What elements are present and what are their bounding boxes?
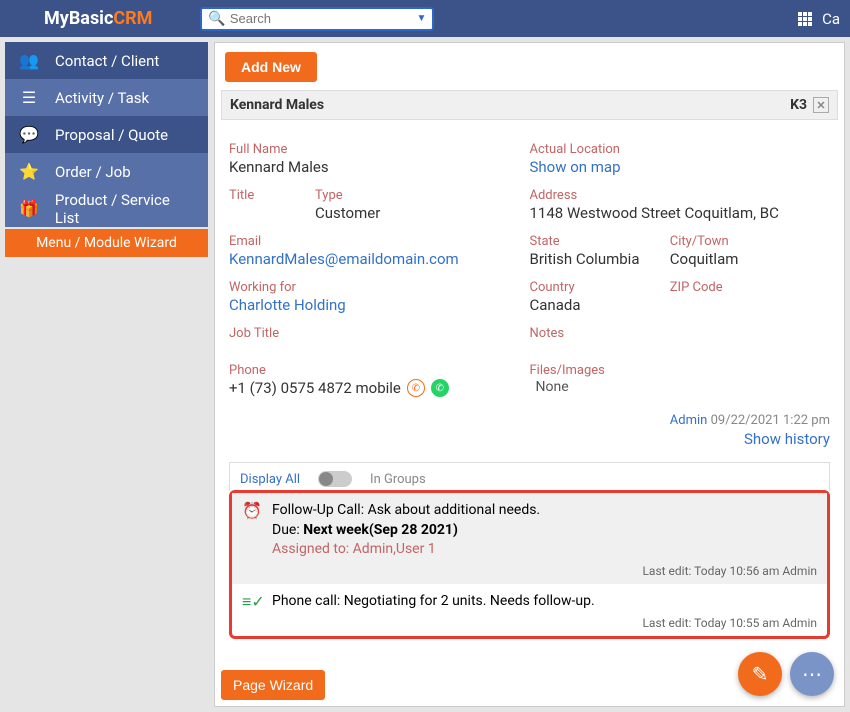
city-value: Coquitlam <box>670 250 810 268</box>
activity-due: Due: Next week(Sep 28 2021) <box>272 521 817 541</box>
app-header: MyBasicCRM 🔍 ▼ Ca <box>0 0 850 37</box>
full-name-value: Kennard Males <box>229 158 510 176</box>
files-value: None <box>536 379 811 395</box>
search-input[interactable] <box>230 11 417 26</box>
record-code: K3 <box>790 97 807 113</box>
state-label: State <box>530 234 670 249</box>
menu-wizard-button[interactable]: Menu / Module Wizard <box>5 229 208 257</box>
activity-item[interactable]: ≡✓ Phone call: Negotiating for 2 units. … <box>232 584 827 616</box>
page-wizard-button[interactable]: Page Wizard <box>221 670 325 700</box>
location-label: Actual Location <box>530 142 811 157</box>
logo-text-crm: CRM <box>113 8 152 29</box>
check-list-icon: ≡✓ <box>242 592 262 612</box>
sidebar-item-contact[interactable]: 👥 Contact / Client <box>5 42 208 79</box>
zip-label: ZIP Code <box>670 280 810 295</box>
close-icon[interactable]: ✕ <box>813 97 829 113</box>
address-label: Address <box>530 188 811 203</box>
show-history-link[interactable]: Show history <box>229 430 830 448</box>
files-label: Files/Images <box>530 363 811 378</box>
city-label: City/Town <box>670 234 810 249</box>
meta-admin[interactable]: Admin <box>670 413 708 428</box>
meta-time: 09/22/2021 1:22 pm <box>711 413 830 428</box>
whatsapp-icon[interactable]: ✆ <box>431 379 449 397</box>
detail-body: Full Name Kennard Males Title Type Custo… <box>215 130 844 649</box>
activity-body: Follow-Up Call: Ask about additional nee… <box>272 501 817 560</box>
location-link[interactable]: Show on map <box>530 158 811 176</box>
search-dropdown-icon[interactable]: ▼ <box>417 13 427 24</box>
email-label: Email <box>229 234 510 249</box>
sidebar-item-label: Order / Job <box>55 163 131 181</box>
tab-display-all[interactable]: Display All <box>240 472 300 487</box>
working-for-label: Working for <box>229 280 510 295</box>
contact-icon: 👥 <box>19 51 39 70</box>
meta-timestamp: Admin 09/22/2021 1:22 pm <box>229 413 830 428</box>
activity-assigned: Assigned to: Admin,User 1 <box>272 540 817 560</box>
sidebar-item-product[interactable]: 🎁 Product / Service List <box>5 190 208 227</box>
email-value[interactable]: KennardMales@emaildomain.com <box>229 250 510 268</box>
activity-tabs: Display All In Groups <box>229 462 830 491</box>
logo-text-basic: MyBasic <box>44 8 113 29</box>
edit-fab[interactable]: ✎ <box>738 652 782 696</box>
type-value: Customer <box>315 204 510 222</box>
address-value: 1148 Westwood Street Coquitlam, BC <box>530 204 811 222</box>
notes-label: Notes <box>530 326 811 341</box>
alarm-icon: ⏰ <box>242 501 262 560</box>
phone-value: +1 (73) 0575 4872 mobile <box>229 379 401 397</box>
product-icon: 🎁 <box>19 199 39 218</box>
proposal-icon: 💬 <box>19 125 39 144</box>
activity-icon: ☰ <box>19 88 39 107</box>
activity-item[interactable]: ⏰ Follow-Up Call: Ask about additional n… <box>232 493 827 564</box>
more-icon: ⋯ <box>802 662 822 686</box>
record-header: Kennard Males K3 ✕ <box>221 90 838 120</box>
search-box[interactable]: 🔍 ▼ <box>200 7 434 31</box>
working-for-value[interactable]: Charlotte Holding <box>229 296 510 314</box>
sidebar-item-activity[interactable]: ☰ Activity / Task <box>5 79 208 116</box>
record-name: Kennard Males <box>230 97 324 113</box>
activity-title: Phone call: Negotiating for 2 units. Nee… <box>272 592 817 612</box>
sidebar: 👥 Contact / Client ☰ Activity / Task 💬 P… <box>5 42 208 257</box>
phone-row: +1 (73) 0575 4872 mobile ✆ ✆ <box>229 379 510 397</box>
tab-in-groups[interactable]: In Groups <box>370 472 426 487</box>
header-right: Ca <box>798 10 840 28</box>
country-label: Country <box>530 280 670 295</box>
activity-footer: Last edit: Today 10:55 am Admin <box>232 616 827 636</box>
sidebar-item-label: Proposal / Quote <box>55 126 168 144</box>
apps-grid-icon[interactable] <box>798 12 812 26</box>
phone-label: Phone <box>229 363 510 378</box>
activity-title: Follow-Up Call: Ask about additional nee… <box>272 501 817 521</box>
app-logo: MyBasicCRM <box>44 8 152 29</box>
title-label: Title <box>229 188 315 203</box>
sidebar-item-label: Product / Service List <box>55 191 194 227</box>
call-icon[interactable]: ✆ <box>407 379 425 397</box>
country-value: Canada <box>530 296 670 314</box>
sidebar-item-label: Activity / Task <box>55 89 149 107</box>
pencil-icon: ✎ <box>752 662 769 686</box>
main-panel: Add New Kennard Males K3 ✕ Full Name Ken… <box>214 42 845 707</box>
header-right-text[interactable]: Ca <box>822 10 840 28</box>
state-value: British Columbia <box>530 250 670 268</box>
job-title-label: Job Title <box>229 326 510 341</box>
type-label: Type <box>315 188 510 203</box>
activity-body: Phone call: Negotiating for 2 units. Nee… <box>272 592 817 612</box>
sidebar-item-label: Contact / Client <box>55 52 159 70</box>
activity-footer: Last edit: Today 10:56 am Admin <box>232 564 827 584</box>
full-name-label: Full Name <box>229 142 510 157</box>
left-column: Full Name Kennard Males Title Type Custo… <box>229 136 530 397</box>
add-new-button[interactable]: Add New <box>225 52 317 82</box>
sidebar-item-proposal[interactable]: 💬 Proposal / Quote <box>5 116 208 153</box>
search-icon: 🔍 <box>208 11 225 27</box>
order-icon: ⭐ <box>19 162 39 181</box>
more-fab[interactable]: ⋯ <box>790 652 834 696</box>
display-toggle[interactable] <box>318 471 352 487</box>
right-column: Actual Location Show on map Address 1148… <box>530 136 831 397</box>
sidebar-item-order[interactable]: ⭐ Order / Job <box>5 153 208 190</box>
activity-highlight-box: ⏰ Follow-Up Call: Ask about additional n… <box>229 490 830 639</box>
